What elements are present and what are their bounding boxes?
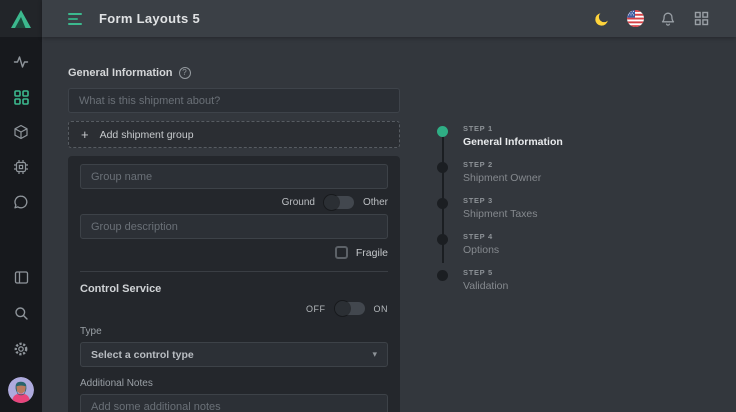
divider	[80, 271, 388, 272]
toggle-knob	[324, 195, 339, 210]
chat-icon[interactable]	[13, 194, 29, 210]
control-type-value: Select a control type	[91, 349, 194, 361]
other-label: Other	[363, 197, 388, 208]
step-dot	[437, 126, 448, 137]
step-title: Shipment Taxes	[463, 208, 538, 220]
type-label: Type	[80, 326, 388, 337]
fragile-checkbox[interactable]	[335, 246, 348, 259]
sidebar	[0, 0, 42, 412]
layout-panel-icon[interactable]	[13, 269, 29, 285]
cube-icon[interactable]	[13, 124, 29, 140]
ground-other-toggle[interactable]	[324, 196, 354, 209]
step-item-3[interactable]: STEP 3 Shipment Taxes	[437, 196, 563, 220]
app-window: Form Layouts 5	[0, 0, 736, 412]
language-flag-us-icon[interactable]	[626, 10, 644, 28]
step-label: STEP 5	[463, 268, 508, 277]
on-label: ON	[374, 304, 389, 314]
step-title: Options	[463, 244, 499, 256]
group-description-input[interactable]	[80, 214, 388, 239]
content-area: General Information ? + Add shipment gro…	[42, 37, 736, 412]
group-name-input[interactable]	[80, 164, 388, 189]
control-type-select[interactable]: Select a control type ▾	[80, 342, 388, 367]
step-title: Validation	[463, 280, 508, 292]
step-label: STEP 3	[463, 196, 538, 205]
search-icon[interactable]	[13, 305, 29, 321]
form-column: General Information ? + Add shipment gro…	[68, 67, 400, 412]
app-logo[interactable]	[0, 0, 42, 37]
shipment-about-input[interactable]	[68, 88, 400, 113]
additional-notes-label: Additional Notes	[80, 378, 388, 389]
grid-apps-icon-active[interactable]	[13, 89, 29, 105]
apps-menu-icon[interactable]	[692, 10, 710, 28]
header-actions	[593, 10, 710, 28]
off-on-toggle[interactable]	[335, 302, 365, 315]
activity-icon[interactable]	[13, 54, 29, 70]
section-title: General Information	[68, 67, 173, 79]
help-icon[interactable]: ?	[179, 67, 191, 79]
add-shipment-group-label: Add shipment group	[100, 129, 194, 141]
steps-column: STEP 1 General Information STEP 2 Shipme…	[437, 67, 563, 412]
header-bar: Form Layouts 5	[42, 0, 736, 37]
step-dot	[437, 234, 448, 245]
step-dot	[437, 162, 448, 173]
off-on-toggle-row: OFF ON	[80, 302, 388, 315]
plus-icon: +	[81, 128, 89, 141]
triangle-logo-icon	[10, 9, 32, 29]
add-shipment-group-button[interactable]: + Add shipment group	[68, 121, 400, 148]
step-label: STEP 4	[463, 232, 499, 241]
toggle-knob	[335, 301, 350, 316]
ground-label: Ground	[282, 197, 315, 208]
step-title: General Information	[463, 136, 563, 148]
menu-hamburger-icon[interactable]	[68, 13, 82, 25]
chevron-down-icon: ▾	[372, 349, 377, 360]
page-title: Form Layouts 5	[99, 11, 200, 26]
shipment-group-card: Ground Other Fragile Control Service OFF	[68, 156, 400, 412]
dark-mode-moon-icon[interactable]	[593, 10, 611, 28]
sidebar-bottom	[8, 269, 34, 412]
control-service-title: Control Service	[80, 283, 388, 295]
step-item-1[interactable]: STEP 1 General Information	[437, 124, 563, 148]
cpu-icon[interactable]	[13, 159, 29, 175]
step-item-4[interactable]: STEP 4 Options	[437, 232, 563, 256]
section-heading: General Information ?	[68, 67, 400, 79]
step-dot	[437, 270, 448, 281]
sidebar-nav	[13, 37, 29, 210]
wizard-steps: STEP 1 General Information STEP 2 Shipme…	[437, 124, 563, 292]
step-dot	[437, 198, 448, 209]
step-item-5[interactable]: STEP 5 Validation	[437, 268, 563, 292]
step-title: Shipment Owner	[463, 172, 541, 184]
fragile-row: Fragile	[80, 246, 388, 259]
additional-notes-input[interactable]	[80, 394, 388, 412]
user-avatar[interactable]	[8, 377, 34, 403]
step-item-2[interactable]: STEP 2 Shipment Owner	[437, 160, 563, 184]
notifications-bell-icon[interactable]	[659, 10, 677, 28]
step-label: STEP 2	[463, 160, 541, 169]
step-label: STEP 1	[463, 124, 563, 133]
settings-gear-icon[interactable]	[13, 341, 29, 357]
off-label: OFF	[306, 304, 326, 314]
ground-other-toggle-row: Ground Other	[80, 196, 388, 209]
fragile-label: Fragile	[356, 247, 388, 259]
main-area: Form Layouts 5	[42, 0, 736, 412]
